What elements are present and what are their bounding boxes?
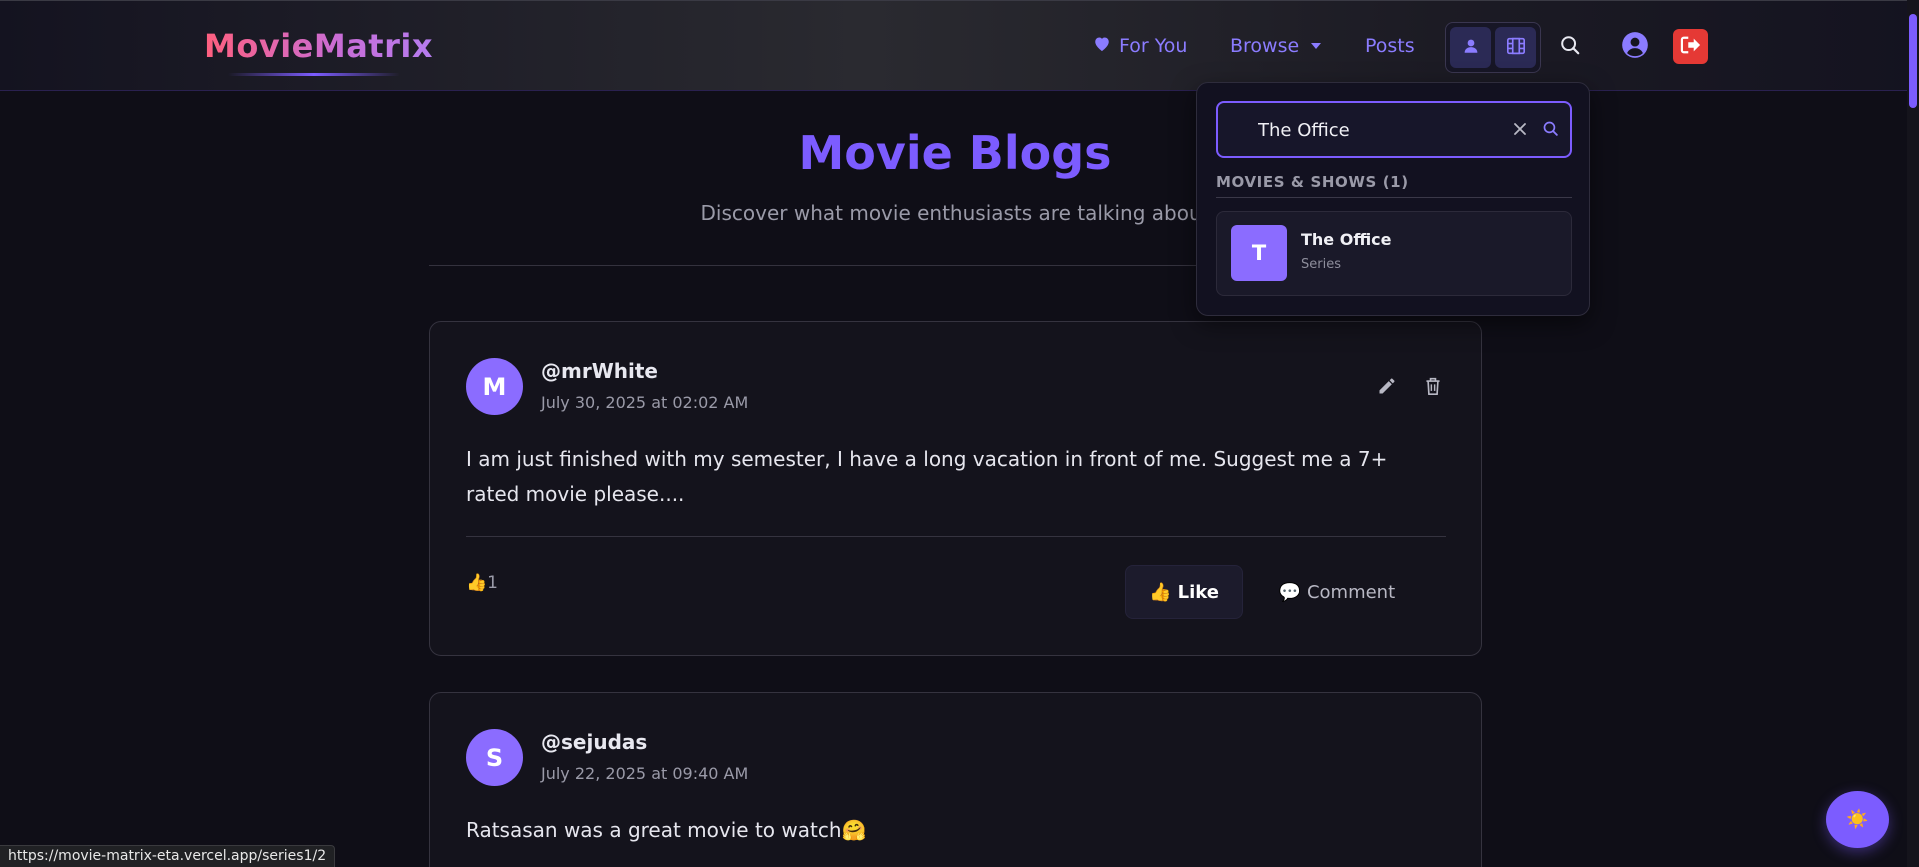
close-icon [1513,121,1527,140]
clear-search-button[interactable] [1510,120,1530,140]
delete-post-button[interactable] [1421,376,1445,400]
profile-button[interactable] [1619,31,1651,63]
sun-icon: ☀️ [1846,809,1869,830]
account-circle-icon [1621,31,1649,63]
avatar[interactable]: S [466,729,523,786]
search-users-toggle[interactable] [1450,27,1491,68]
nav-posts-label: Posts [1365,35,1415,57]
search-result-item[interactable]: T The Office Series [1216,211,1572,296]
result-thumbnail: T [1231,225,1287,281]
theme-toggle-button[interactable]: ☀️ [1826,791,1889,848]
like-button-label: 👍 Like [1148,581,1219,603]
heart-icon [1093,35,1111,57]
post-content: Ratsasan was a great movie to watch🤗 [466,818,867,842]
scrollbar-thumb[interactable] [1909,14,1917,108]
search-box [1216,101,1572,158]
post-card: S @sejudas July 22, 2025 at 09:40 AM Rat… [429,692,1482,867]
nav-for-you-label: For You [1119,35,1188,57]
logo-underline [228,73,400,76]
chevron-down-icon [1311,43,1322,49]
top-navbar: MovieMatrix For You Browse Posts [0,0,1919,91]
search-mode-toggle [1445,22,1541,73]
comment-button[interactable]: 💬 Comment [1262,565,1412,619]
trash-icon [1424,376,1442,400]
header-search-button[interactable] [1554,31,1586,63]
page-subtitle: Discover what movie enthusiasts are talk… [700,201,1210,225]
results-section-label: MOVIES & SHOWS (1) [1216,173,1409,191]
user-icon [1462,37,1480,59]
post-card: M @mrWhite July 30, 2025 at 02:02 AM I a… [429,321,1482,656]
edit-post-button[interactable] [1375,376,1399,400]
like-button[interactable]: 👍 Like [1125,565,1243,619]
search-movies-toggle[interactable] [1495,27,1536,68]
like-count: 👍1 [466,573,498,593]
result-type: Series [1301,257,1341,272]
post-date: July 22, 2025 at 09:40 AM [541,764,749,783]
results-divider [1216,197,1572,198]
avatar[interactable]: M [466,358,523,415]
site-logo[interactable]: MovieMatrix [204,27,433,65]
search-icon [1542,120,1559,141]
browser-status-url: https://movie-matrix-eta.vercel.app/seri… [0,845,336,867]
card-divider [466,536,1446,537]
submit-search-button[interactable] [1539,119,1561,141]
logout-icon [1680,35,1702,59]
result-title: The Office [1301,230,1392,249]
page-scrollbar[interactable] [1907,0,1919,867]
film-icon [1506,37,1526,59]
post-username[interactable]: @sejudas [541,730,647,754]
logout-button[interactable] [1673,29,1708,64]
post-owner-actions [1375,376,1445,400]
nav-browse-dropdown[interactable]: Browse [1230,35,1322,57]
search-input[interactable] [1258,117,1488,143]
nav-browse-label: Browse [1230,35,1300,57]
pencil-icon [1377,376,1397,400]
nav-posts[interactable]: Posts [1365,35,1415,57]
post-username[interactable]: @mrWhite [541,359,658,383]
post-content: I am just finished with my semester, I h… [466,447,1388,506]
page-title: Movie Blogs [798,126,1112,180]
search-dropdown: MOVIES & SHOWS (1) T The Office Series [1196,82,1590,316]
comment-button-label: 💬 Comment [1278,581,1396,603]
nav-for-you[interactable]: For You [1093,35,1187,57]
search-icon [1559,34,1581,60]
post-date: July 30, 2025 at 02:02 AM [541,393,749,412]
